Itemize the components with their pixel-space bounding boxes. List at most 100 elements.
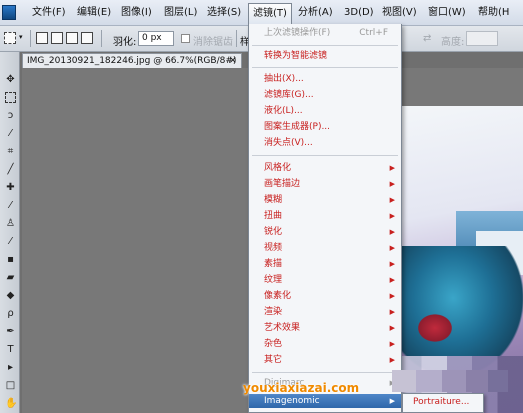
path-selection-tool-icon[interactable]: ▸ bbox=[5, 362, 16, 373]
filter-item-stylize[interactable]: 风格化 ▶ bbox=[249, 161, 401, 176]
submenu-arrow-icon: ▶ bbox=[389, 260, 395, 268]
filter-item-render[interactable]: 渲染 ▶ bbox=[249, 305, 401, 320]
document-title: IMG_20130921_182246.jpg @ 66.7%(RGB/8#) bbox=[27, 56, 237, 66]
submenu-arrow-icon: ▶ bbox=[389, 244, 395, 252]
watermark-mosaic-tile bbox=[466, 370, 488, 392]
height-input[interactable] bbox=[466, 31, 498, 46]
filter-item-distort[interactable]: 扭曲 ▶ bbox=[249, 209, 401, 224]
menu-help[interactable]: 帮助(H bbox=[474, 0, 513, 26]
divider bbox=[30, 30, 31, 47]
add-selection-icon[interactable] bbox=[51, 32, 63, 44]
filter-item-filter-gallery[interactable]: 滤镜库(G)... bbox=[249, 88, 401, 103]
feather-input[interactable]: 0 px bbox=[138, 31, 174, 46]
submenu-arrow-icon: ▶ bbox=[389, 308, 395, 316]
marquee-tool-icon[interactable] bbox=[5, 92, 16, 103]
filter-item-brush-strokes[interactable]: 画笔描边 ▶ bbox=[249, 177, 401, 192]
last-filter-label: 上次滤镜操作(F) bbox=[264, 28, 331, 38]
height-label: 高度: bbox=[441, 37, 465, 48]
watermark-mosaic-tile bbox=[442, 370, 466, 392]
feather-label: 羽化: bbox=[113, 37, 137, 48]
submenu-arrow-icon: ▶ bbox=[389, 356, 395, 364]
brush-tool-icon[interactable]: ⁄ bbox=[5, 200, 16, 211]
type-tool-icon[interactable]: T bbox=[5, 344, 16, 355]
submenu-item-portraiture[interactable]: Portraiture... bbox=[413, 397, 469, 407]
submenu-arrow-icon: ▶ bbox=[389, 196, 395, 204]
healing-brush-tool-icon[interactable]: ✚ bbox=[5, 182, 16, 193]
crop-tool-icon[interactable]: ⌗ bbox=[5, 146, 16, 157]
antialias-label: 消除锯齿 bbox=[193, 37, 233, 48]
last-filter-item[interactable]: 上次滤镜操作(F) Ctrl+F bbox=[249, 26, 401, 41]
submenu-arrow-icon: ▶ bbox=[389, 212, 395, 220]
menu-edit[interactable]: 编辑(E) bbox=[73, 0, 115, 26]
filter-item-artistic[interactable]: 艺术效果 ▶ bbox=[249, 321, 401, 336]
filter-label: 艺术效果 bbox=[264, 323, 301, 333]
marquee-tool-icon[interactable] bbox=[4, 32, 16, 44]
filter-item-noise[interactable]: 杂色 ▶ bbox=[249, 337, 401, 352]
tools-panel: ✥ ɔ ⁄ ⌗ ╱ ✚ ⁄ ♙ ⁄ ▪ ▰ ◆ ρ ✒ T ▸ □ ✋ bbox=[0, 52, 20, 413]
filter-item-other[interactable]: 其它 ▶ bbox=[249, 353, 401, 368]
menu-layer[interactable]: 图层(L) bbox=[160, 0, 201, 26]
pen-tool-icon[interactable]: ✒ bbox=[5, 326, 16, 337]
menu-file[interactable]: 文件(F) bbox=[28, 0, 70, 26]
filter-label: 杂色 bbox=[264, 339, 283, 349]
hand-tool-icon[interactable]: ✋ bbox=[5, 398, 17, 409]
filter-item-sketch[interactable]: 素描 ▶ bbox=[249, 257, 401, 272]
filter-label: 素描 bbox=[264, 259, 283, 269]
submenu-arrow-icon: ▶ bbox=[389, 324, 395, 332]
move-tool-icon[interactable]: ✥ bbox=[5, 74, 16, 85]
convert-smart-filter-item[interactable]: 转换为智能滤镜 bbox=[249, 49, 401, 64]
menu-select[interactable]: 选择(S) bbox=[203, 0, 245, 26]
menu-analysis[interactable]: 分析(A) bbox=[294, 0, 337, 26]
menu-view[interactable]: 视图(V) bbox=[378, 0, 421, 26]
filter-item-vanishing-point[interactable]: 消失点(V)... bbox=[249, 136, 401, 151]
filter-item-texture[interactable]: 纹理 ▶ bbox=[249, 273, 401, 288]
menu-bar: 文件(F) 编辑(E) 图像(I) 图层(L) 选择(S) 滤镜(T) 分析(A… bbox=[0, 0, 523, 26]
submenu-arrow-icon: ▶ bbox=[389, 397, 395, 405]
photoshop-logo-icon[interactable] bbox=[2, 5, 16, 20]
gradient-tool-icon[interactable]: ▰ bbox=[5, 272, 16, 283]
divider bbox=[236, 30, 237, 47]
filter-label: 像素化 bbox=[264, 291, 292, 301]
filter-item-pixelate[interactable]: 像素化 ▶ bbox=[249, 289, 401, 304]
filter-item-extract[interactable]: 抽出(X)... bbox=[249, 72, 401, 87]
filter-label: 视频 bbox=[264, 243, 283, 253]
menu-separator bbox=[252, 155, 398, 156]
filter-item-imagenomic[interactable]: Imagenomic ▶ bbox=[249, 394, 401, 408]
magic-wand-tool-icon[interactable]: ⁄ bbox=[5, 128, 16, 139]
swap-icon[interactable]: ⇄ bbox=[423, 33, 431, 44]
submenu-arrow-icon: ▶ bbox=[389, 228, 395, 236]
imagenomic-submenu: Portraiture... bbox=[402, 393, 484, 413]
watermark-mosaic-tile bbox=[488, 370, 508, 392]
antialias-checkbox[interactable] bbox=[181, 34, 190, 43]
history-brush-tool-icon[interactable]: ⁄ bbox=[5, 236, 16, 247]
filter-label: 渲染 bbox=[264, 307, 283, 317]
filter-item-video[interactable]: 视频 ▶ bbox=[249, 241, 401, 256]
filter-item-liquify[interactable]: 液化(L)... bbox=[249, 104, 401, 119]
document-tab[interactable]: IMG_20130921_182246.jpg @ 66.7%(RGB/8#) … bbox=[22, 53, 242, 68]
clone-stamp-tool-icon[interactable]: ♙ bbox=[5, 218, 16, 229]
filter-item-pattern-maker[interactable]: 图案生成器(P)... bbox=[249, 120, 401, 135]
filter-item-blur[interactable]: 模糊 ▶ bbox=[249, 193, 401, 208]
close-document-icon[interactable]: × bbox=[229, 54, 237, 68]
menu-window[interactable]: 窗口(W) bbox=[424, 0, 470, 26]
dodge-tool-icon[interactable]: ρ bbox=[5, 308, 16, 319]
submenu-arrow-icon: ▶ bbox=[389, 340, 395, 348]
filter-label: 画笔描边 bbox=[264, 179, 301, 189]
divider bbox=[101, 30, 102, 47]
eraser-tool-icon[interactable]: ▪ bbox=[5, 254, 16, 265]
shape-tool-icon[interactable]: □ bbox=[5, 380, 16, 391]
intersect-selection-icon[interactable] bbox=[81, 32, 93, 44]
new-selection-icon[interactable] bbox=[36, 32, 48, 44]
filter-item-sharpen[interactable]: 锐化 ▶ bbox=[249, 225, 401, 240]
tool-preset-dropdown-icon[interactable]: ▾ bbox=[19, 33, 23, 41]
menu-image[interactable]: 图像(I) bbox=[117, 0, 156, 26]
eyedropper-tool-icon[interactable]: ╱ bbox=[5, 164, 16, 175]
filter-label: 纹理 bbox=[264, 275, 283, 285]
filter-label: 其它 bbox=[264, 355, 283, 365]
menu-3d[interactable]: 3D(D) bbox=[340, 0, 378, 26]
lasso-tool-icon[interactable]: ɔ bbox=[5, 110, 16, 121]
filter-label: 锐化 bbox=[264, 227, 283, 237]
subtract-selection-icon[interactable] bbox=[66, 32, 78, 44]
menu-filter[interactable]: 滤镜(T) bbox=[248, 3, 292, 24]
blur-tool-icon[interactable]: ◆ bbox=[5, 290, 16, 301]
